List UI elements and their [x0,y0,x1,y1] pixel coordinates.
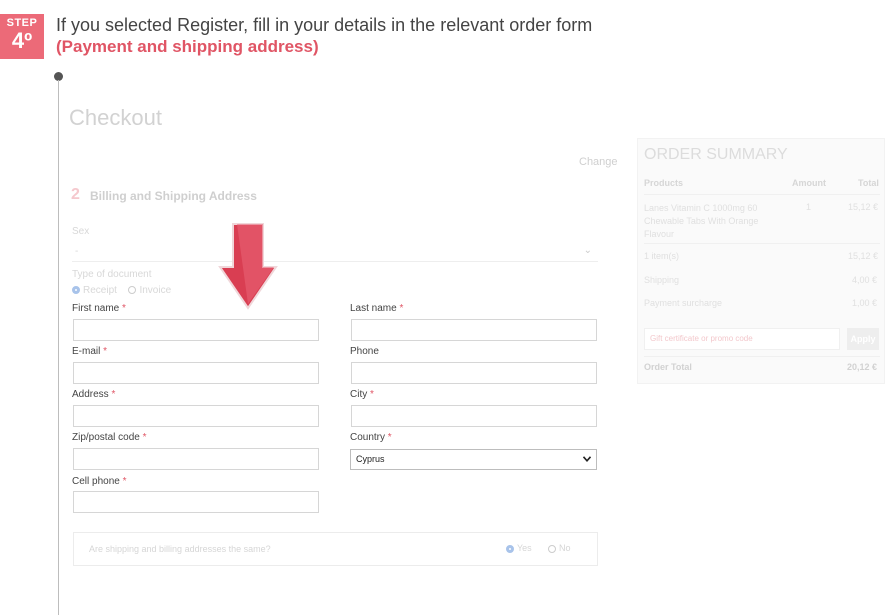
shipping-total: 4,00 € [852,275,878,285]
coupon-input[interactable]: Gift certificate or promo code [644,328,840,350]
sex-select[interactable]: - ⌄ [72,242,598,262]
phone-field[interactable] [351,362,597,384]
step-headline-highlight: (Payment and shipping address) [56,37,319,56]
surcharge-label: Payment surcharge [644,298,723,308]
no-radio[interactable] [548,544,556,553]
country-label: Country * [350,432,392,443]
timeline-line [58,80,59,615]
divider [644,243,880,244]
sex-select-value: - [75,246,79,257]
yes-label: Yes [517,543,532,553]
receipt-label: Receipt [83,285,117,296]
col-products: Products [644,178,684,188]
last-name-field[interactable] [351,319,597,341]
order-total-label: Order Total [644,362,692,372]
address-field[interactable] [73,405,319,427]
product-name: Lanes Vitamin C 1000mg 60 Chewable Tabs … [644,203,759,239]
email-field[interactable] [73,362,319,384]
country-select-value: Cyprus [356,454,385,464]
phone-label: Phone [350,346,379,357]
step-headline: If you selected Register, fill in your d… [56,15,593,35]
shipping-label: Shipping [644,275,680,285]
product-total: 15,12 € [848,202,879,212]
invoice-radio[interactable] [128,286,137,295]
cell-phone-label: Cell phone * [72,476,127,487]
section-title: Billing and Shipping Address [90,189,257,203]
sex-label: Sex [72,226,90,237]
apply-button[interactable]: Apply [847,328,879,350]
step-number: 4º [11,28,33,53]
step-badge: STEP 4º [0,14,44,59]
no-label: No [559,543,571,553]
country-select[interactable]: Cyprus [350,449,597,470]
order-summary-title: ORDER SUMMARY [644,146,788,163]
invoice-label: Invoice [139,285,172,296]
section-number: 2 [71,186,80,203]
same-address-question: Are shipping and billing addresses the s… [89,544,271,554]
items-label: 1 item(s) [644,251,680,261]
zip-field[interactable] [73,448,319,470]
last-name-label: Last name * [350,303,404,314]
col-amount: Amount [792,178,826,188]
document-type-label: Type of document [72,269,152,280]
checkout-title: Checkout [69,105,162,130]
divider [644,194,880,195]
cell-phone-field[interactable] [73,491,319,513]
yes-radio[interactable] [506,544,514,553]
chevron-down-icon: ⌄ [583,245,592,256]
product-amount: 1 [806,202,812,212]
chevron-down-icon [583,456,591,462]
col-total: Total [858,178,879,188]
address-label: Address * [72,389,116,400]
same-address-yes[interactable]: Yes [506,543,532,553]
city-field[interactable] [351,405,597,427]
first-name-label: First name * [72,303,126,314]
down-arrow-icon [218,223,278,310]
document-type-radios: Receipt Invoice [72,285,171,296]
city-label: City * [350,389,374,400]
items-total: 15,12 € [848,251,879,261]
divider [644,356,880,357]
same-address-no[interactable]: No [548,543,571,553]
receipt-radio[interactable] [72,286,80,295]
first-name-field[interactable] [73,319,319,341]
email-label: E-mail * [72,346,108,357]
zip-label: Zip/postal code * [72,432,147,443]
change-link[interactable]: Change [579,156,618,168]
surcharge-total: 1,00 € [852,298,878,308]
order-total-value: 20,12 € [847,362,878,372]
